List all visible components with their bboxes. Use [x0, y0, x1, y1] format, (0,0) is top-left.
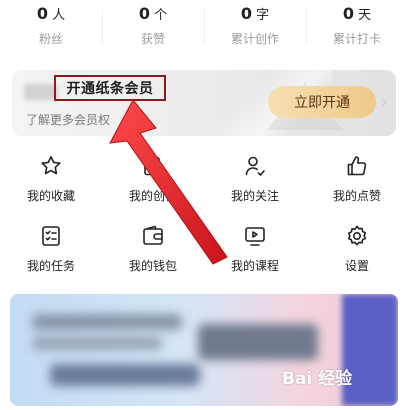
grid-item-courses[interactable]: 我的课程: [204, 220, 306, 286]
grid-label: 我的关注: [230, 189, 279, 203]
grid-item-creations[interactable]: 我的创作: [102, 150, 204, 216]
stat-likes[interactable]: 0 个 获赞: [102, 0, 204, 58]
membership-title: 开通纸条会员: [66, 81, 154, 97]
stat-label: 获赞: [140, 32, 165, 46]
blurred-logo: [24, 84, 58, 100]
grid-label: 我的课程: [230, 259, 279, 273]
grid-item-tasks[interactable]: 我的任务: [0, 220, 102, 286]
wallet-icon: [143, 225, 163, 245]
stat-unit: 字: [256, 8, 270, 23]
stat-checkin-days[interactable]: 0 天 累计打卡: [306, 0, 408, 58]
stat-unit: 人: [52, 8, 66, 23]
highlight-box: 开通纸条会员: [54, 75, 166, 101]
stat-value: 0: [138, 4, 150, 23]
blurred-accent: [342, 294, 398, 406]
chevron-right-icon: ›: [381, 92, 388, 111]
grid-label: 我的收藏: [26, 189, 75, 203]
blurred-text: [32, 314, 182, 330]
stat-label: 粉丝: [38, 32, 63, 46]
stat-label: 累计创作: [230, 32, 279, 46]
thumbs-up-icon: [347, 156, 367, 176]
blurred-text: [50, 364, 200, 386]
task-list-icon: [42, 226, 60, 246]
stat-label: 累计打卡: [332, 32, 381, 46]
grid-item-settings[interactable]: 设置: [306, 220, 408, 286]
ad-banner[interactable]: [10, 294, 398, 406]
grid-label: 我的钱包: [128, 259, 177, 273]
stat-value: 0: [342, 4, 354, 23]
membership-banner[interactable]: 开通纸条会员 了解更多会员权 立即开通 ›: [12, 70, 396, 136]
grid-label: 我的点赞: [332, 189, 381, 203]
blurred-text: [198, 324, 318, 360]
watermark: Bai 经验: [282, 369, 353, 389]
stat-unit: 个: [154, 8, 168, 23]
star-icon: [41, 156, 61, 175]
grid-item-wallet[interactable]: 我的钱包: [102, 220, 204, 286]
membership-subtitle[interactable]: 了解更多会员权: [26, 111, 110, 128]
blurred-text: [32, 336, 162, 350]
stats-row: 0 人 粉丝 0 个 获赞 0 字 累计创作 0 天 累计打卡: [0, 0, 408, 58]
grid-item-favorites[interactable]: 我的收藏: [0, 150, 102, 216]
grid-item-following[interactable]: 我的关注: [204, 150, 306, 216]
stat-unit: 天: [358, 8, 372, 23]
follow-user-icon: [245, 156, 265, 177]
grid-item-likes[interactable]: 我的点赞: [306, 150, 408, 216]
course-video-icon: [245, 227, 265, 246]
stat-value: 0: [240, 4, 252, 23]
activate-membership-button[interactable]: 立即开通: [268, 86, 376, 118]
gear-icon: [347, 225, 367, 246]
grid-label: 我的任务: [26, 259, 75, 273]
stat-value: 0: [36, 4, 48, 23]
grid-label: 设置: [344, 259, 369, 273]
stat-fans[interactable]: 0 人 粉丝: [0, 0, 102, 58]
grid-label: 我的创作: [128, 189, 177, 203]
pen-icon: [144, 156, 160, 176]
stat-words[interactable]: 0 字 累计创作: [204, 0, 306, 58]
